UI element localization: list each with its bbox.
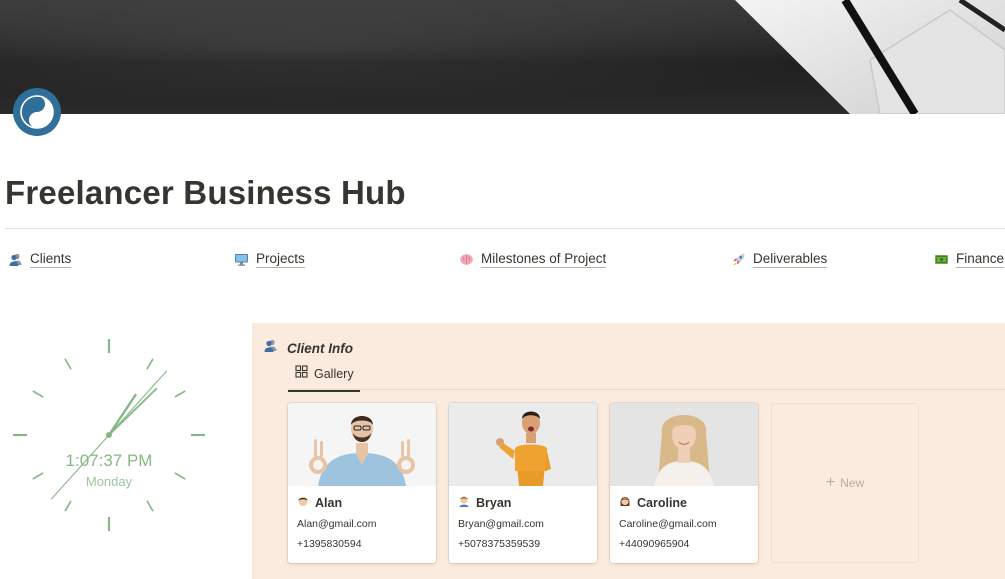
database-title[interactable]: Client Info [263,338,353,358]
clock-minute-hand [108,388,158,436]
rocket-icon [731,252,746,267]
tab-gallery[interactable]: Gallery [288,365,360,392]
clock-tick [64,500,72,512]
clock-day: Monday [85,474,133,489]
link-clients[interactable]: Clients [8,250,72,268]
brain-icon [459,252,474,267]
card-cover-photo [449,403,597,486]
title-divider [5,228,1005,229]
card-cover-photo [610,403,758,486]
link-label: Deliverables [753,251,828,268]
gallery-card[interactable]: Bryan Bryan@gmail.com +5078375359539 [449,403,597,563]
gallery-card[interactable]: Alan Alan@gmail.com +1395830594 [288,403,436,563]
link-finance[interactable]: Finance [934,250,1005,268]
card-email: Caroline@gmail.com [619,518,717,530]
page-links-row: Clients Projects Milestones of Project D… [0,250,1005,272]
clock-face [13,339,205,531]
card-title: Caroline [619,494,687,512]
card-phone: +44090965904 [619,538,690,550]
clock-time: 1:07:37 PM [65,451,153,470]
card-email: Bryan@gmail.com [458,518,544,530]
tab-gallery-label: Gallery [314,367,354,381]
card-title: Alan [297,494,342,512]
clock-center [106,432,112,438]
card-name: Bryan [476,496,512,510]
new-card-label: New [840,476,865,490]
clock-tick [174,390,186,398]
link-label: Clients [30,251,72,268]
plus-icon: + [825,474,836,491]
yin-yang-icon[interactable] [12,87,62,137]
link-deliverables[interactable]: Deliverables [731,250,828,268]
clock-hour-hand [107,393,137,437]
card-phone: +5078375359539 [458,538,541,550]
card-phone: +1395830594 [297,538,362,550]
card-cover-photo [288,403,436,486]
man-face-icon [297,494,309,512]
computer-icon [234,252,249,267]
new-card-button[interactable]: + New [771,403,919,563]
clock-tick [64,358,72,370]
database-title-label: Client Info [287,340,353,356]
busts-icon [263,338,278,358]
card-name: Alan [315,496,343,510]
link-projects[interactable]: Projects [234,250,305,268]
link-milestones[interactable]: Milestones of Project [459,250,607,268]
page-title: Freelancer Business Hub [5,174,406,211]
clock-tick [146,358,154,370]
gallery-grid-icon [295,365,308,383]
link-label: Projects [256,251,305,268]
link-label: Milestones of Project [481,251,607,268]
link-label: Finance [956,251,1005,268]
card-email: Alan@gmail.com [297,518,377,530]
clock-widget: 1:07:37 PM Monday [8,338,210,532]
money-icon [934,252,949,267]
busts-icon [8,252,23,267]
gallery-card[interactable]: Caroline Caroline@gmail.com +44090965904 [610,403,758,563]
cover-desk-image [735,0,1005,114]
woman-face-icon [619,494,631,512]
client-info-database: Client Info Gallery Alan Alan@gmail.com … [252,323,1005,579]
card-title: Bryan [458,494,511,512]
view-divider [288,389,1005,390]
clock-tick [146,500,154,512]
card-name: Caroline [637,496,688,510]
man-face-icon [458,494,470,512]
page-cover [0,0,1005,114]
clock-tick [32,390,44,398]
